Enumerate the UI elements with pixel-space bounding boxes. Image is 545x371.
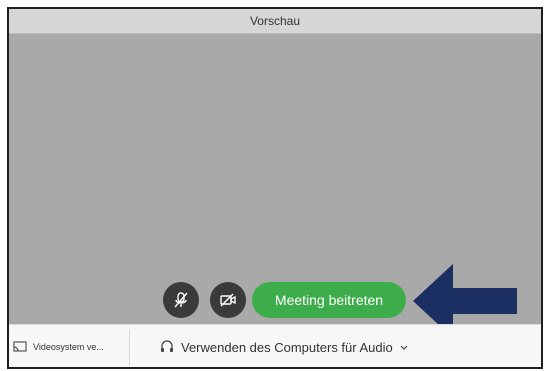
join-meeting-button[interactable]: Meeting beitreten — [252, 282, 406, 318]
video-system-option[interactable]: Videosystem ve... — [13, 329, 130, 365]
headset-icon — [161, 340, 173, 352]
footer-bar: Videosystem ve... Verwenden des Computer… — [9, 324, 541, 367]
window-title: Vorschau — [249, 14, 301, 28]
video-system-label: Videosystem ve... — [33, 342, 104, 352]
audio-option-label: Verwenden des Computers für Audio — [181, 339, 393, 355]
cast-screen-icon — [13, 341, 27, 352]
chevron-down-icon — [400, 345, 408, 350]
title-bar: Vorschau — [9, 9, 541, 34]
audio-option[interactable]: Verwenden des Computers für Audio — [159, 329, 409, 365]
video-off-icon — [220, 293, 236, 307]
preview-window: Vorschau Meeting beitreten Videosystem v… — [7, 7, 543, 369]
mute-button[interactable] — [163, 282, 199, 318]
microphone-muted-icon — [174, 292, 188, 308]
join-meeting-label: Meeting beitreten — [274, 292, 384, 308]
video-toggle-button[interactable] — [210, 282, 246, 318]
